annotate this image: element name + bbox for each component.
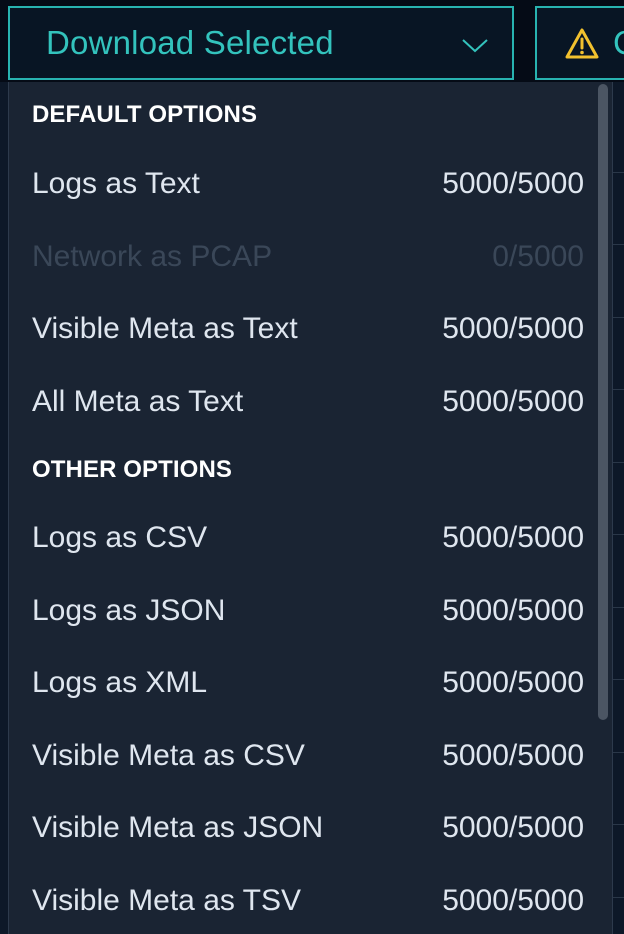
menu-item-label: Visible Meta as CSV xyxy=(32,738,305,772)
background-panel-left xyxy=(0,82,8,934)
menu-item-count: 5000/5000 xyxy=(442,738,584,772)
menu-item-label: Network as PCAP xyxy=(32,239,273,273)
menu-item-label: Logs as Text xyxy=(32,167,200,201)
warning-label: C xyxy=(613,24,624,62)
warning-button[interactable]: C xyxy=(535,6,624,80)
menu-item-logs-as-xml[interactable]: Logs as XML 5000/5000 xyxy=(9,647,612,720)
menu-item-count: 5000/5000 xyxy=(442,312,584,346)
menu-item-visible-meta-as-tsv[interactable]: Visible Meta as TSV 5000/5000 xyxy=(9,865,612,934)
menu-item-network-as-pcap: Network as PCAP 0/5000 xyxy=(9,221,612,294)
menu-item-label: Logs as JSON xyxy=(32,593,226,627)
menu-item-label: Visible Meta as JSON xyxy=(32,811,324,845)
menu-item-label: Logs as XML xyxy=(32,666,208,700)
menu-item-logs-as-text[interactable]: Logs as Text 5000/5000 xyxy=(9,148,612,221)
toolbar: Download Selected C xyxy=(0,0,624,82)
menu-item-visible-meta-as-csv[interactable]: Visible Meta as CSV 5000/5000 xyxy=(9,720,612,793)
menu-item-count: 5000/5000 xyxy=(442,521,584,555)
menu-item-label: Visible Meta as Text xyxy=(32,312,298,346)
menu-item-label: Logs as CSV xyxy=(32,521,208,555)
menu-item-count: 5000/5000 xyxy=(442,593,584,627)
menu-item-count: 5000/5000 xyxy=(442,167,584,201)
section-header-other-options: OTHER OPTIONS xyxy=(32,456,232,483)
menu-scrollbar[interactable] xyxy=(598,84,608,720)
chevron-down-icon[interactable] xyxy=(460,30,490,60)
warning-icon xyxy=(565,28,599,59)
menu-item-logs-as-csv[interactable]: Logs as CSV 5000/5000 xyxy=(9,502,612,575)
menu-item-all-meta-as-text[interactable]: All Meta as Text 5000/5000 xyxy=(9,366,612,439)
menu-item-count: 5000/5000 xyxy=(442,666,584,700)
menu-item-visible-meta-as-json[interactable]: Visible Meta as JSON 5000/5000 xyxy=(9,792,612,865)
menu-item-count: 5000/5000 xyxy=(442,384,584,418)
menu-item-label: Visible Meta as TSV xyxy=(32,883,302,917)
download-selected-button[interactable]: Download Selected xyxy=(8,6,514,80)
menu-item-logs-as-json[interactable]: Logs as JSON 5000/5000 xyxy=(9,575,612,648)
menu-item-label: All Meta as Text xyxy=(32,384,244,418)
download-selected-label: Download Selected xyxy=(46,24,334,61)
menu-item-count: 5000/5000 xyxy=(442,883,584,917)
section-header-default-options: DEFAULT OPTIONS xyxy=(32,101,258,128)
menu-item-count: 5000/5000 xyxy=(442,811,584,845)
menu-item-count: 0/5000 xyxy=(492,239,584,273)
menu-item-visible-meta-as-text[interactable]: Visible Meta as Text 5000/5000 xyxy=(9,293,612,366)
background-panel-right xyxy=(613,82,624,934)
download-options-menu: DEFAULT OPTIONS Logs as Text 5000/5000 N… xyxy=(8,82,613,934)
